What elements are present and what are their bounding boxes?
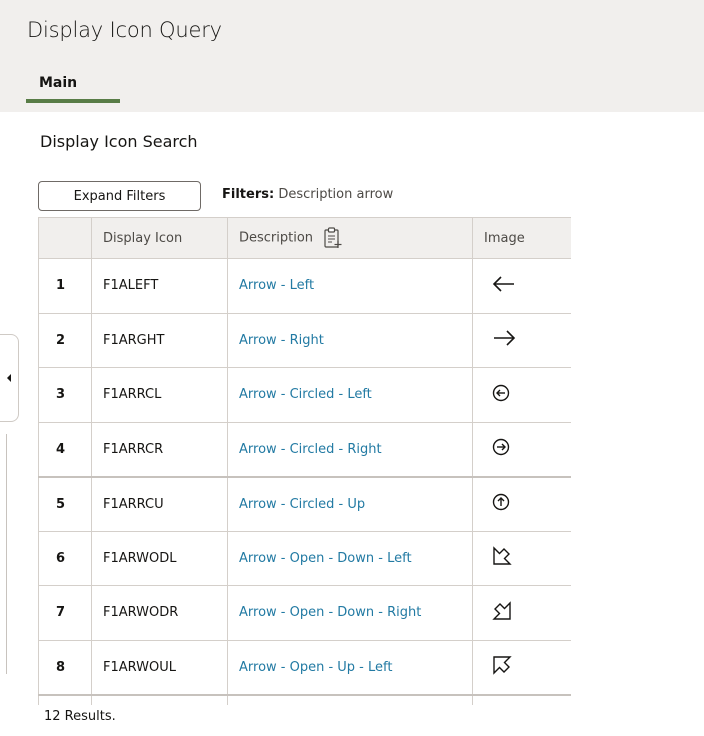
grid-header-row: Display Icon Description Image — [38, 217, 571, 259]
display-icon-code: F1ARGHT — [91, 312, 228, 368]
circled-arrow-left-icon — [492, 384, 510, 401]
results-count: 12 Results. — [44, 709, 116, 724]
display-icon-code: F1ARWODL — [91, 530, 228, 586]
table-row[interactable]: 6 F1ARWODL Arrow - Open - Down - Left — [38, 530, 571, 586]
page-header: Display Icon Query Main — [0, 0, 704, 112]
caret-left-icon — [7, 374, 11, 382]
open-arrow-down-right-icon — [492, 601, 511, 620]
tab-main[interactable]: Main — [26, 73, 120, 103]
description-link[interactable]: Arrow - Circled - Up — [227, 475, 473, 532]
column-header-row-number — [38, 217, 92, 259]
results-grid: Display Icon Description Image 1 F1ALEFT… — [38, 217, 571, 705]
row-number: 5 — [38, 475, 92, 532]
open-arrow-up-left-icon — [493, 656, 512, 675]
row-number: 8 — [38, 639, 92, 695]
display-icon-code: F1ALEFT — [91, 258, 228, 314]
display-icon-code: F1ARRCR — [91, 421, 228, 477]
collapse-panel-handle[interactable] — [0, 334, 19, 422]
row-number: 6 — [38, 530, 92, 586]
description-link[interactable]: Arrow - Open - Down - Left — [227, 530, 473, 586]
expand-filters-button[interactable]: Expand Filters — [38, 181, 201, 211]
display-icon-code: F1ARRCL — [91, 367, 228, 423]
table-row[interactable]: 1 F1ALEFT Arrow - Left — [38, 258, 571, 314]
tab-active-indicator — [26, 99, 120, 103]
table-row[interactable]: 8 F1ARWOUL Arrow - Open - Up - Left — [38, 639, 571, 695]
arrow-left-icon — [492, 276, 514, 292]
column-header-description[interactable]: Description — [227, 217, 473, 259]
filters-value: Description arrow — [278, 187, 394, 202]
row-number: 4 — [38, 421, 92, 477]
tab-main-label: Main — [39, 75, 78, 91]
column-header-display-icon-label: Display Icon — [103, 230, 183, 246]
table-row-partial — [38, 693, 571, 705]
table-row[interactable]: 4 F1ARRCR Arrow - Circled - Right — [38, 421, 571, 477]
description-link[interactable]: Arrow - Circled - Left — [227, 367, 473, 423]
page-title: Display Icon Query — [27, 18, 222, 42]
display-icon-code: F1ARRCU — [91, 475, 228, 532]
left-divider — [6, 434, 7, 674]
column-header-display-icon[interactable]: Display Icon — [91, 217, 228, 259]
column-header-description-label: Description — [239, 230, 314, 246]
row-number: 1 — [38, 258, 92, 314]
arrow-right-icon — [494, 330, 516, 346]
description-link[interactable]: Arrow - Circled - Right — [227, 421, 473, 477]
row-number: 2 — [38, 312, 92, 368]
table-row[interactable]: 7 F1ARWODR Arrow - Open - Down - Right — [38, 585, 571, 641]
description-link[interactable]: Arrow - Right — [227, 312, 473, 368]
table-row[interactable]: 3 F1ARRCL Arrow - Circled - Left — [38, 367, 571, 423]
filters-label: Filters: — [222, 187, 275, 202]
table-row[interactable]: 5 F1ARRCU Arrow - Circled - Up — [38, 475, 571, 532]
clipboard-add-icon[interactable] — [323, 227, 343, 249]
filters-summary: Filters: Description arrow — [222, 187, 393, 202]
circled-arrow-up-icon — [492, 493, 510, 511]
description-link[interactable]: Arrow - Open - Down - Right — [227, 585, 473, 641]
description-link[interactable]: Arrow - Open - Up - Left — [227, 639, 473, 695]
row-number: 3 — [38, 367, 92, 423]
section-title: Display Icon Search — [40, 132, 198, 151]
description-link[interactable]: Arrow - Left — [227, 258, 473, 314]
display-icon-code: F1ARWOUL — [91, 639, 228, 695]
open-arrow-down-left-icon — [493, 546, 512, 565]
circled-arrow-right-icon — [492, 438, 510, 456]
table-row[interactable]: 2 F1ARGHT Arrow - Right — [38, 312, 571, 368]
column-header-image[interactable]: Image — [472, 217, 571, 259]
display-icon-code: F1ARWODR — [91, 585, 228, 641]
row-number: 7 — [38, 585, 92, 641]
